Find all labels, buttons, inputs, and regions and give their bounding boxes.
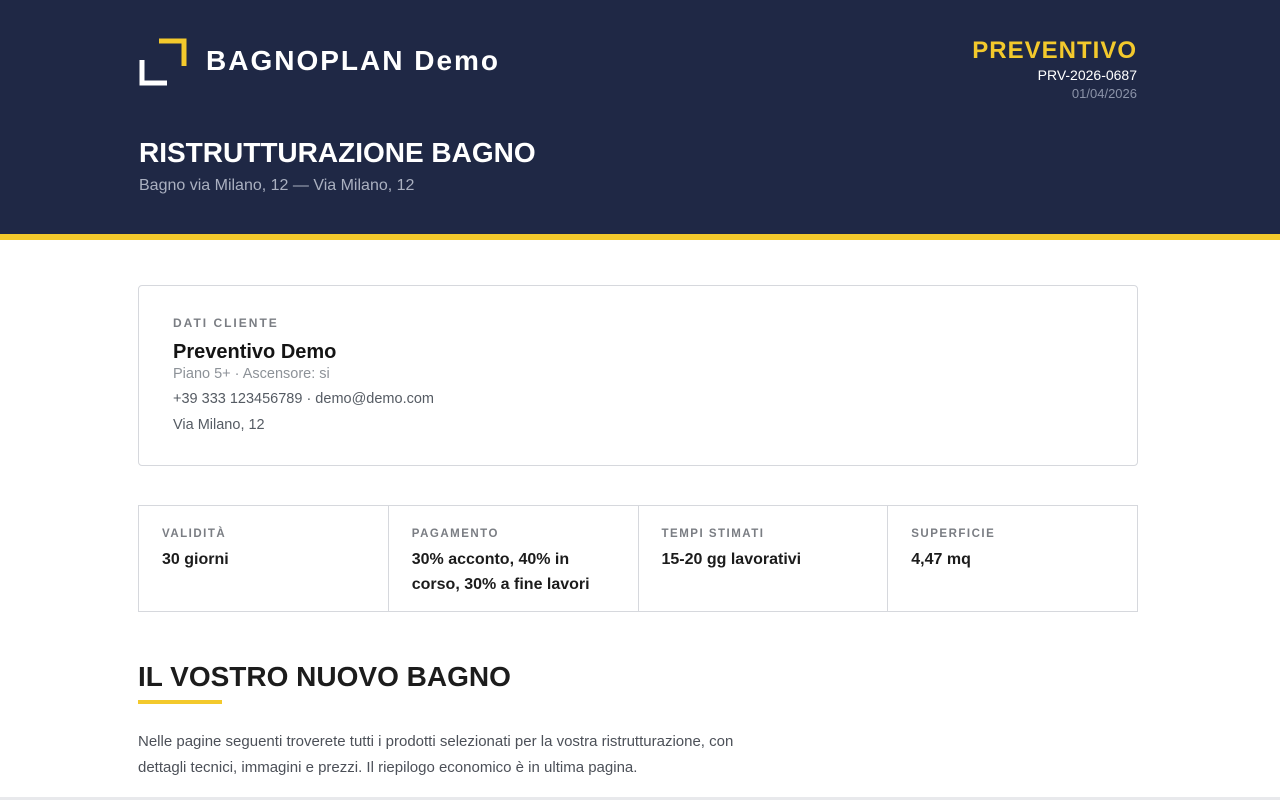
info-cell-validity: VALIDITÀ 30 giorni <box>138 505 389 612</box>
info-value: 30 giorni <box>162 551 229 568</box>
info-value: 30% acconto, 40% in corso, 30% a fine la… <box>411 551 590 593</box>
client-details: Piano 5+ · Ascensore: si <box>173 366 330 382</box>
info-value: 4,47 mq <box>911 551 971 568</box>
info-label: PAGAMENTO <box>411 528 499 540</box>
document-type: PREVENTIVO <box>972 37 1137 64</box>
info-cell-surface: SUPERFICIE 4,47 mq <box>887 505 1138 612</box>
client-name: Preventivo Demo <box>173 341 337 363</box>
section-intro-text: Nelle pagine seguenti troverete tutti i … <box>138 733 734 776</box>
info-cell-timing: TEMPI STIMATI 15-20 gg lavorativi <box>637 505 889 612</box>
document-header: BAGNOPLAN Demo PREVENTIVO PRV-2026-0687 … <box>0 0 1280 234</box>
info-label: VALIDITÀ <box>162 528 227 540</box>
bracket-frame-icon <box>139 38 187 86</box>
client-section-label: DATI CLIENTE <box>173 316 279 330</box>
info-cell-payment: PAGAMENTO 30% acconto, 40% in corso, 30%… <box>387 505 639 612</box>
brand-name: BAGNOPLAN Demo <box>206 45 501 76</box>
project-title: RISTRUTTURAZIONE BAGNO <box>139 137 536 168</box>
section-title: IL VOSTRO NUOVO BAGNO <box>138 661 511 692</box>
info-label: SUPERFICIE <box>911 528 996 540</box>
client-card: DATI CLIENTE Preventivo Demo Piano 5+ · … <box>138 285 1138 466</box>
info-label: TEMPI STIMATI <box>661 528 765 540</box>
header-accent-stripe <box>0 234 1280 240</box>
info-value: 15-20 gg lavorativi <box>661 551 802 568</box>
document-number: PRV-2026-0687 <box>1037 67 1137 83</box>
client-contacts: +39 333 123456789 · demo@demo.com <box>173 391 434 407</box>
document-date: 01/04/2026 <box>1071 86 1137 101</box>
project-subtitle: Bagno via Milano, 12 — Via Milano, 12 <box>139 177 415 194</box>
section-underline <box>138 700 222 704</box>
client-address: Via Milano, 12 <box>173 417 265 433</box>
info-grid: VALIDITÀ 30 giorni PAGAMENTO 30% acconto… <box>138 505 1138 614</box>
